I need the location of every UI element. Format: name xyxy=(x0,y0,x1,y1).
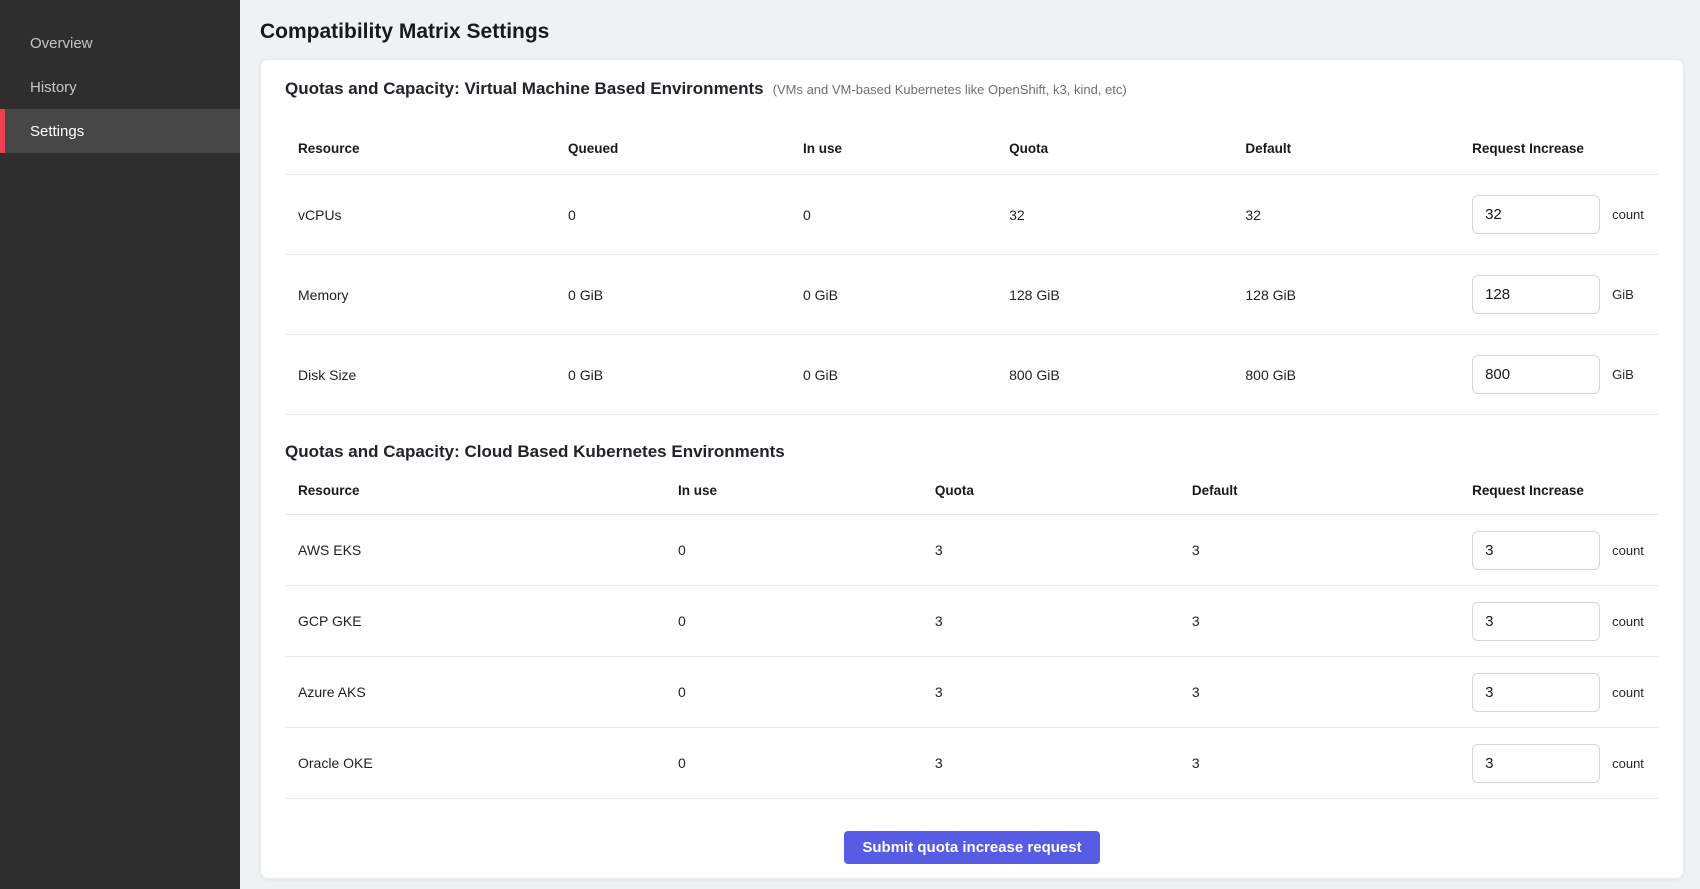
request-increase-cell: GiB xyxy=(1472,335,1659,415)
quotas-card: Quotas and Capacity: Virtual Machine Bas… xyxy=(260,59,1684,879)
unit-label: count xyxy=(1612,756,1644,771)
sidebar-item-overview[interactable]: Overview xyxy=(0,21,240,65)
vm-quota-table: Resource Queued In use Quota Default Req… xyxy=(285,101,1659,415)
table-header-row: Resource In use Quota Default Request In… xyxy=(285,463,1659,515)
request-increase-cell: count xyxy=(1472,728,1659,799)
sidebar: Overview History Settings xyxy=(0,0,240,889)
submit-quota-increase-button[interactable]: Submit quota increase request xyxy=(844,831,1099,864)
column-header-in-use: In use xyxy=(678,463,935,515)
column-header-request-increase: Request Increase xyxy=(1472,101,1659,175)
resource-cell: Memory xyxy=(285,255,568,335)
in-use-cell: 0 xyxy=(678,586,935,657)
vm-section-title: Quotas and Capacity: Virtual Machine Bas… xyxy=(285,78,1659,101)
in-use-cell: 0 xyxy=(678,515,935,586)
sidebar-item-label: Overview xyxy=(30,35,93,52)
cloud-section-title-text: Quotas and Capacity: Cloud Based Kuberne… xyxy=(285,441,785,463)
resource-cell: Disk Size xyxy=(285,335,568,415)
resource-cell: vCPUs xyxy=(285,175,568,255)
column-header-resource: Resource xyxy=(285,463,678,515)
in-use-cell: 0 GiB xyxy=(803,335,1009,415)
request-increase-cell: count xyxy=(1472,586,1659,657)
column-header-resource: Resource xyxy=(285,101,568,175)
table-row-disk-size: Disk Size 0 GiB 0 GiB 800 GiB 800 GiB Gi… xyxy=(285,335,1659,415)
resource-cell: GCP GKE xyxy=(285,586,678,657)
quota-cell: 800 GiB xyxy=(1009,335,1245,415)
request-increase-cell: count xyxy=(1472,515,1659,586)
in-use-cell: 0 xyxy=(678,728,935,799)
request-increase-input[interactable] xyxy=(1472,531,1600,570)
in-use-cell: 0 xyxy=(678,657,935,728)
vm-section-title-text: Quotas and Capacity: Virtual Machine Bas… xyxy=(285,78,764,100)
queued-cell: 0 GiB xyxy=(568,335,803,415)
request-increase-cell: count xyxy=(1472,657,1659,728)
quota-cell: 32 xyxy=(1009,175,1245,255)
default-cell: 32 xyxy=(1245,175,1472,255)
unit-label: count xyxy=(1612,614,1644,629)
unit-label: count xyxy=(1612,685,1644,700)
sidebar-item-settings[interactable]: Settings xyxy=(0,109,240,153)
request-increase-input[interactable] xyxy=(1472,355,1600,394)
quota-cell: 128 GiB xyxy=(1009,255,1245,335)
quota-cell: 3 xyxy=(935,515,1192,586)
column-header-quota: Quota xyxy=(1009,101,1245,175)
column-header-queued: Queued xyxy=(568,101,803,175)
column-header-request-increase: Request Increase xyxy=(1472,463,1659,515)
request-increase-input[interactable] xyxy=(1472,275,1600,314)
unit-label: GiB xyxy=(1612,287,1634,302)
column-header-default: Default xyxy=(1192,463,1472,515)
queued-cell: 0 GiB xyxy=(568,255,803,335)
vm-section-subtitle: (VMs and VM-based Kubernetes like OpenSh… xyxy=(773,79,1127,101)
table-row-aws-eks: AWS EKS 0 3 3 count xyxy=(285,515,1659,586)
table-row-azure-aks: Azure AKS 0 3 3 count xyxy=(285,657,1659,728)
cloud-section-title: Quotas and Capacity: Cloud Based Kuberne… xyxy=(285,441,1659,463)
unit-label: GiB xyxy=(1612,367,1634,382)
main-content: Compatibility Matrix Settings Quotas and… xyxy=(240,0,1700,889)
table-row-gcp-gke: GCP GKE 0 3 3 count xyxy=(285,586,1659,657)
actions-bar: Submit quota increase request xyxy=(285,831,1659,864)
default-cell: 3 xyxy=(1192,728,1472,799)
resource-cell: AWS EKS xyxy=(285,515,678,586)
sidebar-item-label: Settings xyxy=(30,123,84,140)
request-increase-input[interactable] xyxy=(1472,744,1600,783)
table-header-row: Resource Queued In use Quota Default Req… xyxy=(285,101,1659,175)
default-cell: 800 GiB xyxy=(1245,335,1472,415)
sidebar-item-history[interactable]: History xyxy=(0,65,240,109)
column-header-default: Default xyxy=(1245,101,1472,175)
resource-cell: Azure AKS xyxy=(285,657,678,728)
resource-cell: Oracle OKE xyxy=(285,728,678,799)
in-use-cell: 0 xyxy=(803,175,1009,255)
in-use-cell: 0 GiB xyxy=(803,255,1009,335)
request-increase-input[interactable] xyxy=(1472,602,1600,641)
quota-cell: 3 xyxy=(935,728,1192,799)
column-header-quota: Quota xyxy=(935,463,1192,515)
sidebar-item-label: History xyxy=(30,79,77,96)
request-increase-cell: count xyxy=(1472,175,1659,255)
column-header-in-use: In use xyxy=(803,101,1009,175)
quota-cell: 3 xyxy=(935,657,1192,728)
unit-label: count xyxy=(1612,543,1644,558)
queued-cell: 0 xyxy=(568,175,803,255)
table-row-vcpus: vCPUs 0 0 32 32 count xyxy=(285,175,1659,255)
request-increase-input[interactable] xyxy=(1472,673,1600,712)
cloud-quota-table: Resource In use Quota Default Request In… xyxy=(285,463,1659,799)
request-increase-cell: GiB xyxy=(1472,255,1659,335)
quota-cell: 3 xyxy=(935,586,1192,657)
default-cell: 3 xyxy=(1192,586,1472,657)
table-row-oracle-oke: Oracle OKE 0 3 3 count xyxy=(285,728,1659,799)
page-title: Compatibility Matrix Settings xyxy=(260,20,1684,44)
request-increase-input[interactable] xyxy=(1472,195,1600,234)
default-cell: 3 xyxy=(1192,515,1472,586)
default-cell: 128 GiB xyxy=(1245,255,1472,335)
default-cell: 3 xyxy=(1192,657,1472,728)
unit-label: count xyxy=(1612,207,1644,222)
table-row-memory: Memory 0 GiB 0 GiB 128 GiB 128 GiB GiB xyxy=(285,255,1659,335)
